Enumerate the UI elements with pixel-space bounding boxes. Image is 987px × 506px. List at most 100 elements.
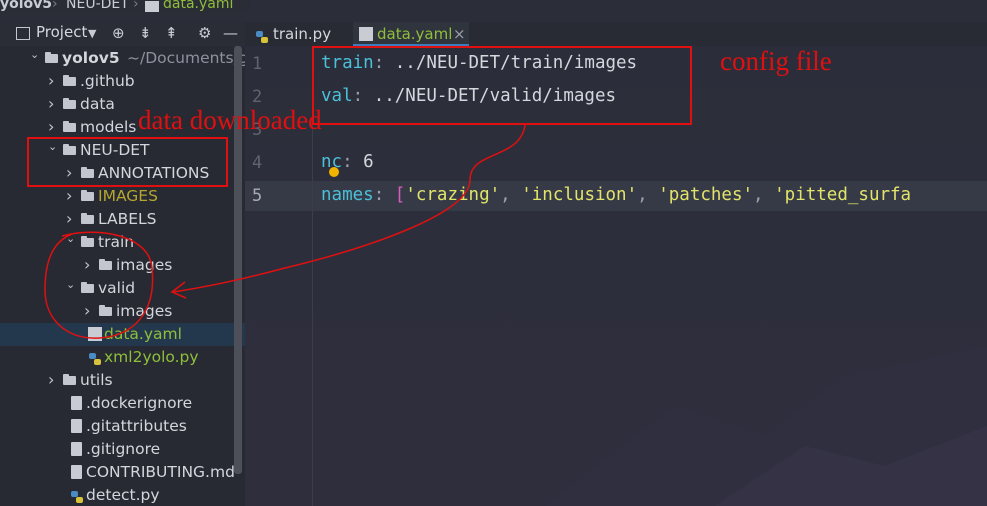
- dropdown-icon[interactable]: ▼: [88, 27, 96, 40]
- tab-data-yaml[interactable]: data.yaml ×: [353, 22, 469, 46]
- target-icon[interactable]: ⊕: [112, 24, 125, 42]
- chevron-down-icon[interactable]: ⌄: [66, 227, 75, 250]
- text-file-icon: [71, 396, 82, 410]
- tree-item[interactable]: › IMAGES: [0, 185, 245, 208]
- yaml-key: names: [321, 185, 374, 205]
- editor-tab-bar: train.py data.yaml ×: [245, 22, 987, 46]
- tab-label: data.yaml: [377, 25, 453, 43]
- yaml-file-icon: [88, 327, 102, 341]
- tree-item-label: images: [116, 302, 173, 320]
- python-file-icon: [255, 27, 269, 43]
- text-file-icon: [71, 419, 82, 433]
- tree-item-label: .gitignore: [86, 440, 161, 458]
- code-line-5[interactable]: names: ['crazing', 'inclusion', 'patches…: [321, 185, 911, 205]
- tree-item-label: .gitattributes: [86, 417, 187, 435]
- minimize-icon[interactable]: —: [223, 24, 238, 42]
- folder-icon: [81, 282, 94, 293]
- tree-item[interactable]: .gitignore: [0, 438, 245, 461]
- folder-icon: [63, 121, 76, 132]
- tree-item[interactable]: › images: [0, 300, 245, 323]
- config-highlight-box: [312, 46, 692, 125]
- tree-item[interactable]: detect.py: [0, 484, 245, 506]
- close-icon[interactable]: ×: [453, 22, 466, 46]
- project-view-title[interactable]: Project: [36, 23, 87, 41]
- bracket: [: [394, 185, 406, 205]
- folder-icon: [81, 190, 94, 201]
- project-toolbar: Project ▼ ⊕ ⇟ ⇞ ⚙ —: [0, 22, 245, 44]
- chevron-right-icon[interactable]: ›: [48, 368, 54, 391]
- data-downloaded-annotation: data downloaded: [138, 105, 322, 135]
- tree-item-label: yolov5: [62, 49, 120, 67]
- comma: ,: [753, 185, 775, 205]
- breadcrumb-project[interactable]: yolov5: [0, 0, 52, 11]
- folder-icon: [81, 236, 94, 247]
- expand-all-icon[interactable]: ⇟: [139, 24, 152, 42]
- tab-label: train.py: [273, 25, 332, 43]
- chevron-down-icon[interactable]: ⌄: [30, 46, 39, 66]
- tree-item-label: CONTRIBUTING.md: [86, 463, 235, 481]
- tree-item[interactable]: ⌄ valid: [0, 277, 245, 300]
- list-string: 'inclusion': [521, 185, 638, 205]
- tree-item-label: xml2yolo.py: [104, 348, 199, 366]
- breadcrumb-separator-icon: ›: [52, 0, 58, 12]
- tree-item[interactable]: CONTRIBUTING.md: [0, 461, 245, 484]
- text-file-icon: [71, 442, 82, 456]
- dataset-highlight-box: [27, 137, 228, 187]
- tree-item-label: LABELS: [98, 210, 157, 228]
- breadcrumb: yolov5 › NEU-DET › data.yaml: [0, 0, 250, 14]
- breadcrumb-folder[interactable]: NEU-DET: [66, 0, 129, 11]
- yaml-file-icon: [359, 27, 373, 41]
- comma: ,: [637, 185, 659, 205]
- tree-item[interactable]: ⌄ train: [0, 231, 245, 254]
- tree-item-label: utils: [80, 371, 113, 389]
- tree-item-label: detect.py: [86, 486, 160, 504]
- tree-item-label: models: [80, 118, 137, 136]
- yaml-file-icon: [145, 1, 159, 12]
- tree-item-label: .dockerignore: [86, 394, 193, 412]
- chevron-down-icon[interactable]: ⌄: [66, 273, 75, 296]
- tree-item[interactable]: ⌄ yolov5 ~/Documents/githu: [0, 47, 245, 70]
- chevron-right-icon[interactable]: ›: [48, 69, 54, 92]
- chevron-right-icon[interactable]: ›: [48, 92, 54, 115]
- tree-item[interactable]: .dockerignore: [0, 392, 245, 415]
- folder-icon: [63, 374, 76, 385]
- collapse-all-icon[interactable]: ⇞: [165, 24, 178, 42]
- tree-item[interactable]: › LABELS: [0, 208, 245, 231]
- folder-icon: [81, 213, 94, 224]
- tree-item-label: data: [80, 95, 115, 113]
- tree-item[interactable]: data.yaml: [0, 323, 245, 346]
- tree-item-label: train: [98, 233, 135, 251]
- gear-icon[interactable]: ⚙: [198, 24, 211, 42]
- folder-icon: [99, 259, 112, 270]
- chevron-right-icon[interactable]: ›: [84, 253, 90, 276]
- yaml-colon: :: [373, 185, 385, 205]
- yaml-colon: :: [342, 152, 353, 172]
- tree-item-label: images: [116, 256, 173, 274]
- lightbulb-icon[interactable]: [329, 167, 339, 177]
- tree-item[interactable]: xml2yolo.py: [0, 346, 245, 369]
- list-string: 'pitted_surfa: [774, 185, 912, 205]
- tree-item-label: data.yaml: [104, 325, 182, 343]
- tree-item[interactable]: .gitattributes: [0, 415, 245, 438]
- yaml-value: 6: [352, 152, 374, 172]
- breadcrumb-file[interactable]: data.yaml: [163, 0, 233, 11]
- config-file-annotation: config file: [720, 46, 832, 76]
- chevron-right-icon[interactable]: ›: [84, 299, 90, 322]
- tree-item[interactable]: › images: [0, 254, 245, 277]
- project-window-icon: [16, 27, 30, 40]
- chevron-right-icon[interactable]: ›: [66, 184, 72, 207]
- list-string: 'crazing': [405, 185, 501, 205]
- tree-item[interactable]: › .github: [0, 70, 245, 93]
- tree-item-label: valid: [98, 279, 136, 297]
- tree-item[interactable]: › utils: [0, 369, 245, 392]
- line-number: 5: [252, 186, 263, 206]
- tab-train-py[interactable]: train.py: [251, 22, 353, 46]
- python-file-icon: [70, 488, 84, 503]
- comma: ,: [500, 185, 522, 205]
- breadcrumb-separator-icon: ›: [133, 0, 139, 12]
- line-number: 2: [252, 87, 263, 107]
- list-string: 'patches': [658, 185, 754, 205]
- line-number: 4: [252, 153, 263, 173]
- tree-item-label: .github: [80, 72, 135, 90]
- python-file-icon: [88, 350, 102, 365]
